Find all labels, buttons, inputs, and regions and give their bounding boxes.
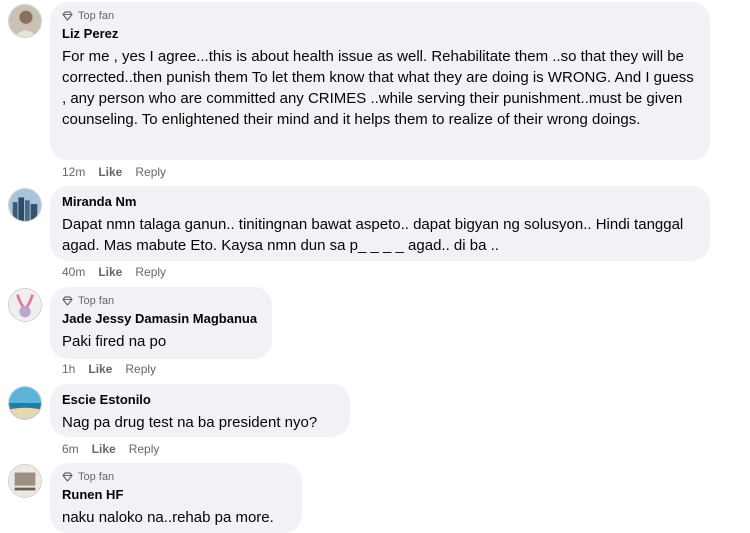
timestamp[interactable]: 6m <box>62 441 79 457</box>
avatar[interactable] <box>8 386 42 420</box>
avatar[interactable] <box>8 464 42 498</box>
top-fan-badge: Top fan <box>62 9 698 23</box>
comment-actions: 1h Like Reply <box>62 361 156 377</box>
author-name[interactable]: Liz Perez <box>62 25 118 42</box>
comment-bubble: Escie Estonilo Nag pa drug test na ba pr… <box>50 384 350 437</box>
reply-button[interactable]: Reply <box>135 164 166 180</box>
comment-actions: 12m Like Reply <box>62 164 166 180</box>
avatar[interactable] <box>8 188 42 222</box>
comment-text: For me , yes I agree...this is about hea… <box>62 48 694 128</box>
comment-actions: 40m Like Reply <box>62 264 166 280</box>
timestamp[interactable]: 40m <box>62 264 85 280</box>
diamond-icon <box>62 11 73 21</box>
like-button[interactable]: Like <box>88 361 112 377</box>
comment-bubble: Top fan Jade Jessy Damasin Magbanua Paki… <box>50 287 272 359</box>
timestamp[interactable]: 12m <box>62 164 85 180</box>
diamond-icon <box>62 472 73 482</box>
avatar[interactable] <box>8 4 42 38</box>
timestamp[interactable]: 1h <box>62 361 75 377</box>
like-button[interactable]: Like <box>98 164 122 180</box>
comment-actions: 6m Like Reply <box>62 441 159 457</box>
top-fan-badge: Top fan <box>62 470 290 484</box>
comment-text: Paki fired na po <box>62 333 167 350</box>
comment-text: Nag pa drug test na ba president nyo? <box>62 414 318 431</box>
top-fan-badge: Top fan <box>62 294 260 308</box>
comment-text: naku naloko na..rehab pa more. <box>62 509 274 526</box>
badge-label: Top fan <box>78 10 115 22</box>
comment-bubble: Miranda Nm Dapat nmn talaga ganun.. tini… <box>50 186 710 261</box>
reply-button[interactable]: Reply <box>129 441 160 457</box>
badge-label: Top fan <box>78 295 115 307</box>
author-name[interactable]: Jade Jessy Damasin Magbanua <box>62 310 257 327</box>
author-name[interactable]: Miranda Nm <box>62 193 136 210</box>
avatar[interactable] <box>8 288 42 322</box>
diamond-icon <box>62 296 73 306</box>
author-name[interactable]: Runen HF <box>62 486 123 503</box>
like-button[interactable]: Like <box>92 441 116 457</box>
reply-button[interactable]: Reply <box>135 264 166 280</box>
comment-bubble: Top fan Runen HF naku naloko na..rehab p… <box>50 463 302 533</box>
badge-label: Top fan <box>78 471 115 483</box>
comment-text: Dapat nmn talaga ganun.. tinitingnan baw… <box>62 216 684 254</box>
author-name[interactable]: Escie Estonilo <box>62 391 151 408</box>
like-button[interactable]: Like <box>98 264 122 280</box>
reply-button[interactable]: Reply <box>125 361 156 377</box>
comment-bubble: Top fan Liz Perez For me , yes I agree..… <box>50 2 710 160</box>
